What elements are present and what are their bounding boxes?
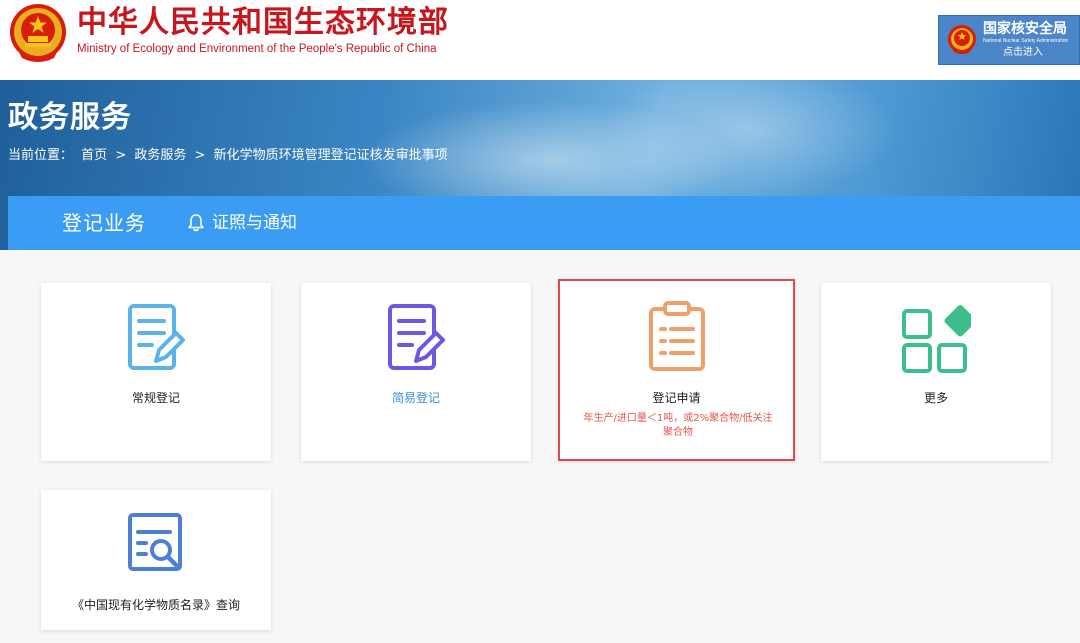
breadcrumb-home-link[interactable]: 首页 [81, 148, 107, 163]
nnsa-emblem-icon [948, 25, 976, 54]
card-label: 《中国现有化学物质名录》查询 [71, 598, 240, 612]
breadcrumb-current[interactable]: 新化学物质环境管理登记证核发审批事项 [214, 148, 448, 163]
edit-document-icon [388, 304, 445, 370]
search-document-icon [128, 513, 182, 571]
card-inventory-search[interactable]: 《中国现有化学物质名录》查询 [41, 490, 271, 630]
nnsa-title: 国家核安全局 [983, 21, 1067, 37]
national-emblem-icon [10, 4, 66, 62]
breadcrumb-separator: > [115, 148, 127, 163]
card-registration-application[interactable]: 登记申请 年生产/进口量＜1吨，或2%聚合物/低关注聚合物 [558, 279, 795, 461]
card-simple-registration[interactable]: 简易登记 [301, 283, 531, 461]
bell-icon [188, 214, 204, 232]
nnsa-enter-label: 点击进入 [1003, 47, 1043, 58]
clipboard-icon [649, 301, 705, 371]
apps-grid-icon [902, 305, 971, 373]
service-tabbar: 登记业务 证照与通知 [8, 196, 1080, 250]
edit-document-icon [128, 304, 185, 370]
card-label: 更多 [923, 391, 948, 405]
site-subtitle: Ministry of Ecology and Environment of t… [77, 43, 437, 55]
breadcrumb: 当前位置： 首页 > 政务服务 > 新化学物质环境管理登记证核发审批事项 [8, 148, 452, 164]
breadcrumb-separator: > [194, 148, 206, 163]
page-title: 政务服务 [8, 100, 132, 135]
card-label: 常规登记 [131, 391, 180, 405]
nnsa-subtitle: National Nuclear Safety Administration [983, 38, 1069, 44]
nnsa-link-button[interactable]: 国家核安全局 National Nuclear Safety Administr… [938, 15, 1080, 65]
site-title: 中华人民共和国生态环境部 [77, 5, 449, 40]
tab-certificates-label: 证照与通知 [212, 213, 297, 233]
breadcrumb-services-link[interactable]: 政务服务 [134, 148, 186, 163]
card-label: 简易登记 [391, 391, 440, 405]
tab-registration[interactable]: 登记业务 [62, 210, 146, 236]
tab-certificates[interactable]: 证照与通知 [186, 212, 297, 234]
service-cards-area: 常规登记 简易登记 登记申请 年生产/进口量＜1吨，或2%聚合物/低关注聚合物 [8, 250, 1080, 643]
site-header: 中华人民共和国生态环境部 Ministry of Ecology and Env… [0, 0, 1080, 80]
card-note: 年生产/进口量＜1吨，或2%聚合物/低关注聚合物 [583, 413, 773, 438]
card-label: 登记申请 [652, 391, 701, 405]
card-regular-registration[interactable]: 常规登记 [41, 283, 271, 461]
breadcrumb-prefix: 当前位置： [8, 148, 74, 163]
card-more[interactable]: 更多 [821, 283, 1051, 461]
